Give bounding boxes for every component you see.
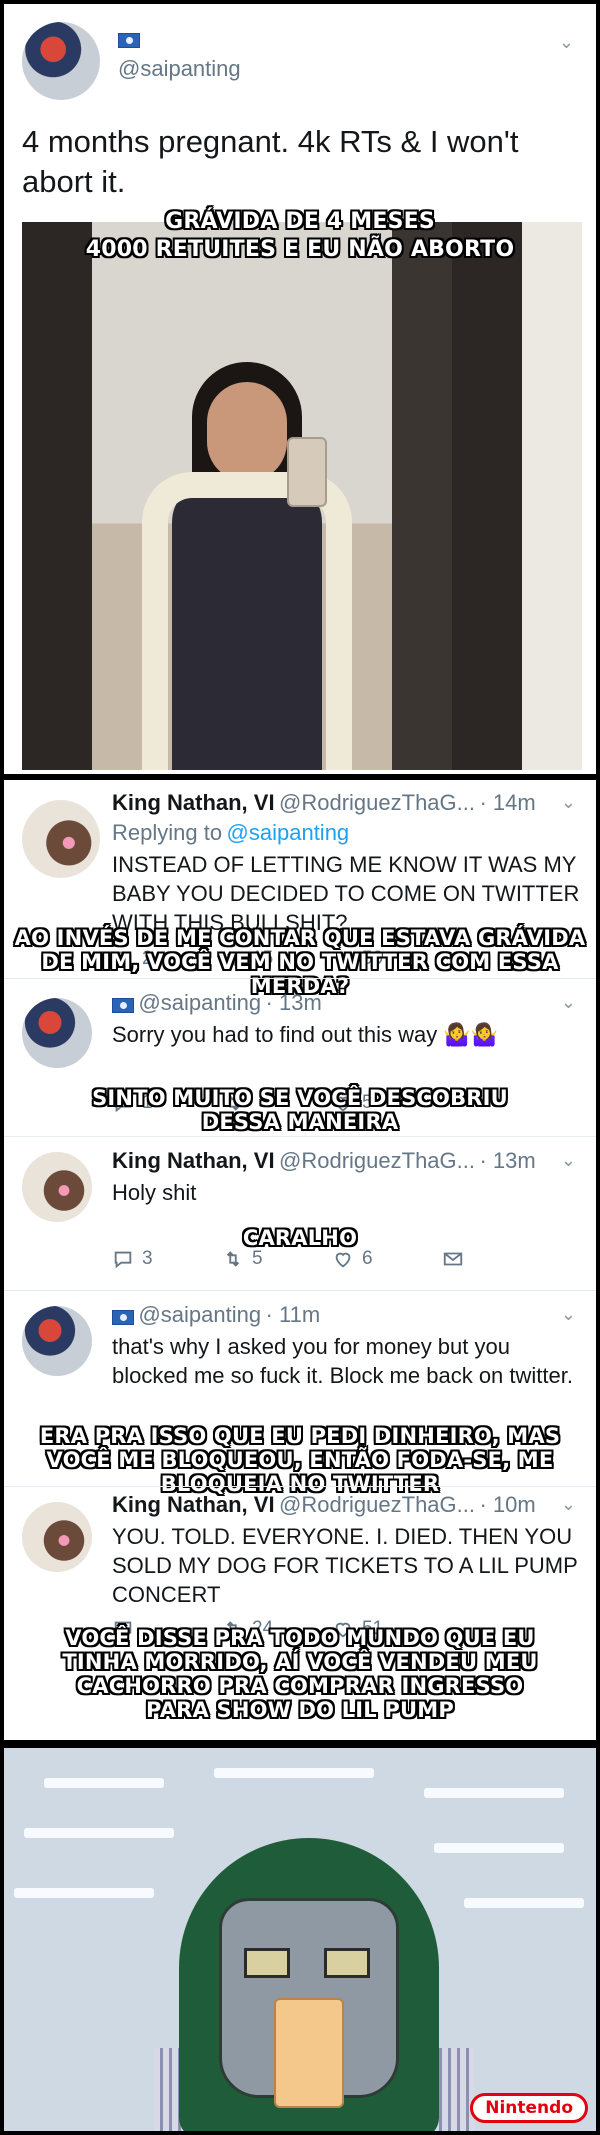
- ceiling-light: [214, 1768, 374, 1778]
- chevron-down-icon[interactable]: ⌄: [559, 32, 574, 53]
- tweet-text: Sorry you had to find out this way 🤷‍♀️🤷…: [112, 1022, 499, 1047]
- king-nathan-avatar[interactable]: [22, 1152, 92, 1222]
- retweet-icon: [226, 1251, 240, 1267]
- main-tweet-panel: @saipanting ⌄ 4 months pregnant. 4k RTs …: [4, 4, 596, 774]
- reply-button[interactable]: 3: [112, 1248, 222, 1270]
- mirror-frame: [452, 222, 522, 770]
- figure-head: [207, 382, 287, 482]
- tweet-time[interactable]: · 10m: [479, 1492, 535, 1517]
- author-name[interactable]: King Nathan, VI: [112, 790, 275, 815]
- chevron-down-icon[interactable]: ⌄: [561, 1304, 576, 1325]
- replying-label: Replying to: [112, 820, 223, 845]
- ceiling-light: [24, 1828, 174, 1838]
- tweet-time[interactable]: · 13m: [266, 990, 322, 1015]
- reply-tweet[interactable]: @saipanting · 11m ⌄ that's why I asked y…: [4, 1292, 596, 1442]
- retweet-count: 5: [252, 1248, 263, 1269]
- chevron-down-icon[interactable]: ⌄: [561, 1150, 576, 1171]
- tweet-text: Holy shit: [112, 1180, 197, 1205]
- chevron-down-icon[interactable]: ⌄: [561, 792, 576, 813]
- chevron-down-icon[interactable]: ⌄: [561, 1494, 576, 1515]
- tweet-time[interactable]: · 13m: [479, 1148, 535, 1173]
- main-tweet-header: @saipanting: [118, 32, 241, 82]
- replying-handle[interactable]: @saipanting: [227, 820, 350, 845]
- mask-eye: [324, 1948, 370, 1978]
- mirror-frame: [22, 222, 92, 770]
- meme-image[interactable]: Nintendo: [4, 1748, 596, 2131]
- saipanting-avatar[interactable]: [22, 22, 100, 100]
- tweet-photo[interactable]: [22, 222, 582, 770]
- reply-icon: [114, 1251, 132, 1269]
- flag-icon: [112, 998, 134, 1014]
- reply-count: 3: [142, 1248, 153, 1269]
- ceiling-light: [434, 1843, 564, 1853]
- author-name[interactable]: King Nathan, VI: [112, 1492, 275, 1517]
- divider: [4, 1136, 596, 1137]
- divider: [4, 978, 596, 979]
- tweet-text: that's why I asked you for money but you…: [112, 1334, 573, 1388]
- nintendo-logo: Nintendo: [470, 2093, 588, 2123]
- saipanting-avatar[interactable]: [22, 998, 92, 1068]
- flag-icon: [112, 1310, 134, 1326]
- tweet-time[interactable]: · 14m: [479, 790, 535, 815]
- caption: CARALHO: [242, 1226, 358, 1250]
- ceiling-light: [464, 1898, 584, 1908]
- envelope-icon: [443, 1252, 463, 1266]
- retweet-button[interactable]: 5: [222, 1248, 332, 1270]
- author-handle[interactable]: @saipanting: [138, 990, 261, 1015]
- tweet-text: YOU. TOLD. EVERYONE. I. DIED. THEN YOU S…: [112, 1524, 578, 1607]
- figure-cardigan: [142, 472, 352, 770]
- caption: VOCÊ DISSE PRA TODO MUNDO QUE EU TINHA M…: [62, 1626, 538, 1722]
- king-nathan-avatar[interactable]: [22, 1502, 92, 1572]
- author-handle[interactable]: @RodriguezThaG...: [279, 1492, 475, 1517]
- author-handle[interactable]: @saipanting: [138, 1302, 261, 1327]
- ceiling-light: [44, 1778, 164, 1788]
- caption-line: GRÁVIDA DE 4 MESES: [165, 209, 435, 234]
- chevron-down-icon[interactable]: ⌄: [561, 992, 576, 1013]
- like-count: 6: [362, 1248, 373, 1269]
- divider: [4, 1486, 596, 1487]
- author-handle[interactable]: @RodriguezThaG...: [279, 1148, 475, 1173]
- tweet-text: INSTEAD OF LETTING ME KNOW IT WAS MY BAB…: [112, 852, 580, 935]
- ceiling-light: [424, 1788, 564, 1798]
- king-nathan-avatar[interactable]: [22, 800, 100, 878]
- like-button[interactable]: 6: [332, 1248, 442, 1270]
- tweet-actions: 3 5 6: [112, 1248, 552, 1270]
- author-handle[interactable]: @RodriguezThaG...: [279, 790, 475, 815]
- ceiling-light: [14, 1888, 154, 1898]
- mask-eye: [244, 1948, 290, 1978]
- divider: [4, 1290, 596, 1291]
- reply-thread: King Nathan, VI @RodriguezThaG... · 14m …: [4, 780, 596, 1740]
- drink-cup: [274, 1998, 344, 2108]
- heart-icon: [335, 1252, 351, 1268]
- caption-line: 4000 RETUITES E EU NÃO ABORTO: [85, 237, 515, 262]
- phone: [287, 437, 327, 507]
- main-tweet-text: 4 months pregnant. 4k RTs & I won't abor…: [22, 124, 519, 199]
- wall: [522, 222, 582, 770]
- main-tweet-handle[interactable]: @saipanting: [118, 56, 241, 82]
- reply-tweet[interactable]: King Nathan, VI @RodriguezThaG... · 13m …: [4, 1138, 596, 1288]
- saipanting-avatar[interactable]: [22, 1306, 92, 1376]
- author-name[interactable]: King Nathan, VI: [112, 1148, 275, 1173]
- caption: SINTO MUITO SE VOCÊ DESCOBRIU DESSA MANE…: [92, 1086, 508, 1134]
- flag-icon: [118, 33, 140, 49]
- tweet-time[interactable]: · 11m: [266, 1302, 321, 1327]
- dm-button[interactable]: [442, 1248, 552, 1270]
